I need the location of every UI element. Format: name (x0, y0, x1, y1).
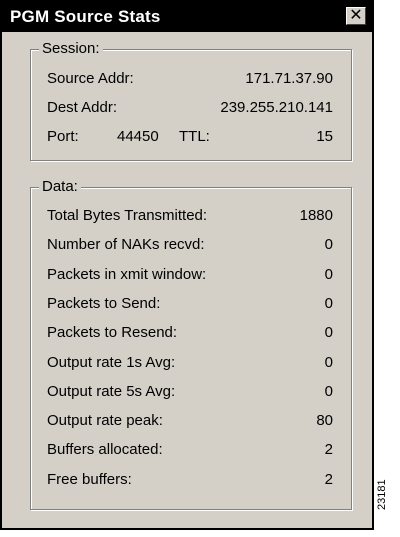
data-row-label: Output rate peak: (47, 412, 163, 430)
data-group-label: Data: (39, 178, 81, 195)
close-icon: ✕ (349, 7, 363, 24)
data-row-value: 0 (324, 382, 333, 400)
data-row-value: 0 (324, 265, 333, 283)
data-row-value: 1880 (299, 207, 333, 224)
window-title: PGM Source Stats (10, 7, 161, 26)
port-ttl-row: Port: 44450 TTL: 15 (31, 126, 351, 148)
data-row: Buffers allocated: 2 (31, 439, 351, 461)
data-row: Free buffers: 2 (31, 469, 351, 491)
data-row: Packets in xmit window: 0 (31, 264, 351, 286)
data-row-label: Packets to Send: (47, 294, 161, 312)
data-row-value: 0 (324, 353, 333, 371)
figure-id: 23181 (376, 479, 388, 510)
dest-addr-value: 239.255.210.141 (220, 99, 333, 116)
ttl-label: TTL: (179, 128, 210, 145)
data-row: Packets to Send: 0 (31, 293, 351, 315)
data-row-value: 0 (324, 324, 333, 342)
title-bar[interactable]: PGM Source Stats ✕ (2, 2, 372, 32)
data-row: Output rate 1s Avg: 0 (31, 352, 351, 374)
data-row-value: 2 (324, 470, 333, 488)
data-group: Data: Total Bytes Transmitted: 1880 Number… (30, 178, 352, 510)
data-row-value: 0 (324, 236, 333, 254)
data-row-label: Output rate 5s Avg: (47, 382, 176, 400)
ttl-value: 15 (316, 128, 333, 145)
dest-addr-label: Dest Addr: (47, 99, 118, 116)
data-row-label: Number of NAKs recvd: (47, 236, 205, 254)
data-row-value: 80 (316, 412, 333, 430)
data-row-label: Buffers allocated: (47, 441, 163, 459)
data-row-label: Total Bytes Transmitted: (47, 207, 208, 224)
pgm-source-stats-window: PGM Source Stats ✕ Session: Source Addr:… (0, 0, 374, 530)
source-addr-row: Source Addr: 171.71.37.90 (31, 68, 351, 90)
data-row-label: Packets to Resend: (47, 324, 178, 342)
data-row-label: Packets in xmit window: (47, 265, 207, 283)
source-addr-label: Source Addr: (47, 70, 134, 87)
data-row: Packets to Resend: 0 (31, 322, 351, 344)
port-label: Port: (47, 128, 79, 145)
data-row: Number of NAKs recvd: 0 (31, 234, 351, 256)
data-row: Output rate peak: 80 (31, 410, 351, 432)
close-button[interactable]: ✕ (346, 7, 366, 25)
data-row-label: Output rate 1s Avg: (47, 353, 176, 371)
session-group: Session: Source Addr: 171.71.37.90 Dest … (30, 40, 352, 161)
data-row: Output rate 5s Avg: 0 (31, 381, 351, 403)
data-row-label: Free buffers: (47, 470, 132, 488)
port-value: 44450 (117, 128, 159, 145)
source-addr-value: 171.71.37.90 (245, 70, 333, 87)
data-row-value: 0 (324, 294, 333, 312)
session-group-label: Session: (39, 40, 103, 57)
data-row-value: 2 (324, 441, 333, 459)
data-row: Total Bytes Transmitted: 1880 (31, 205, 351, 227)
dest-addr-row: Dest Addr: 239.255.210.141 (31, 97, 351, 119)
